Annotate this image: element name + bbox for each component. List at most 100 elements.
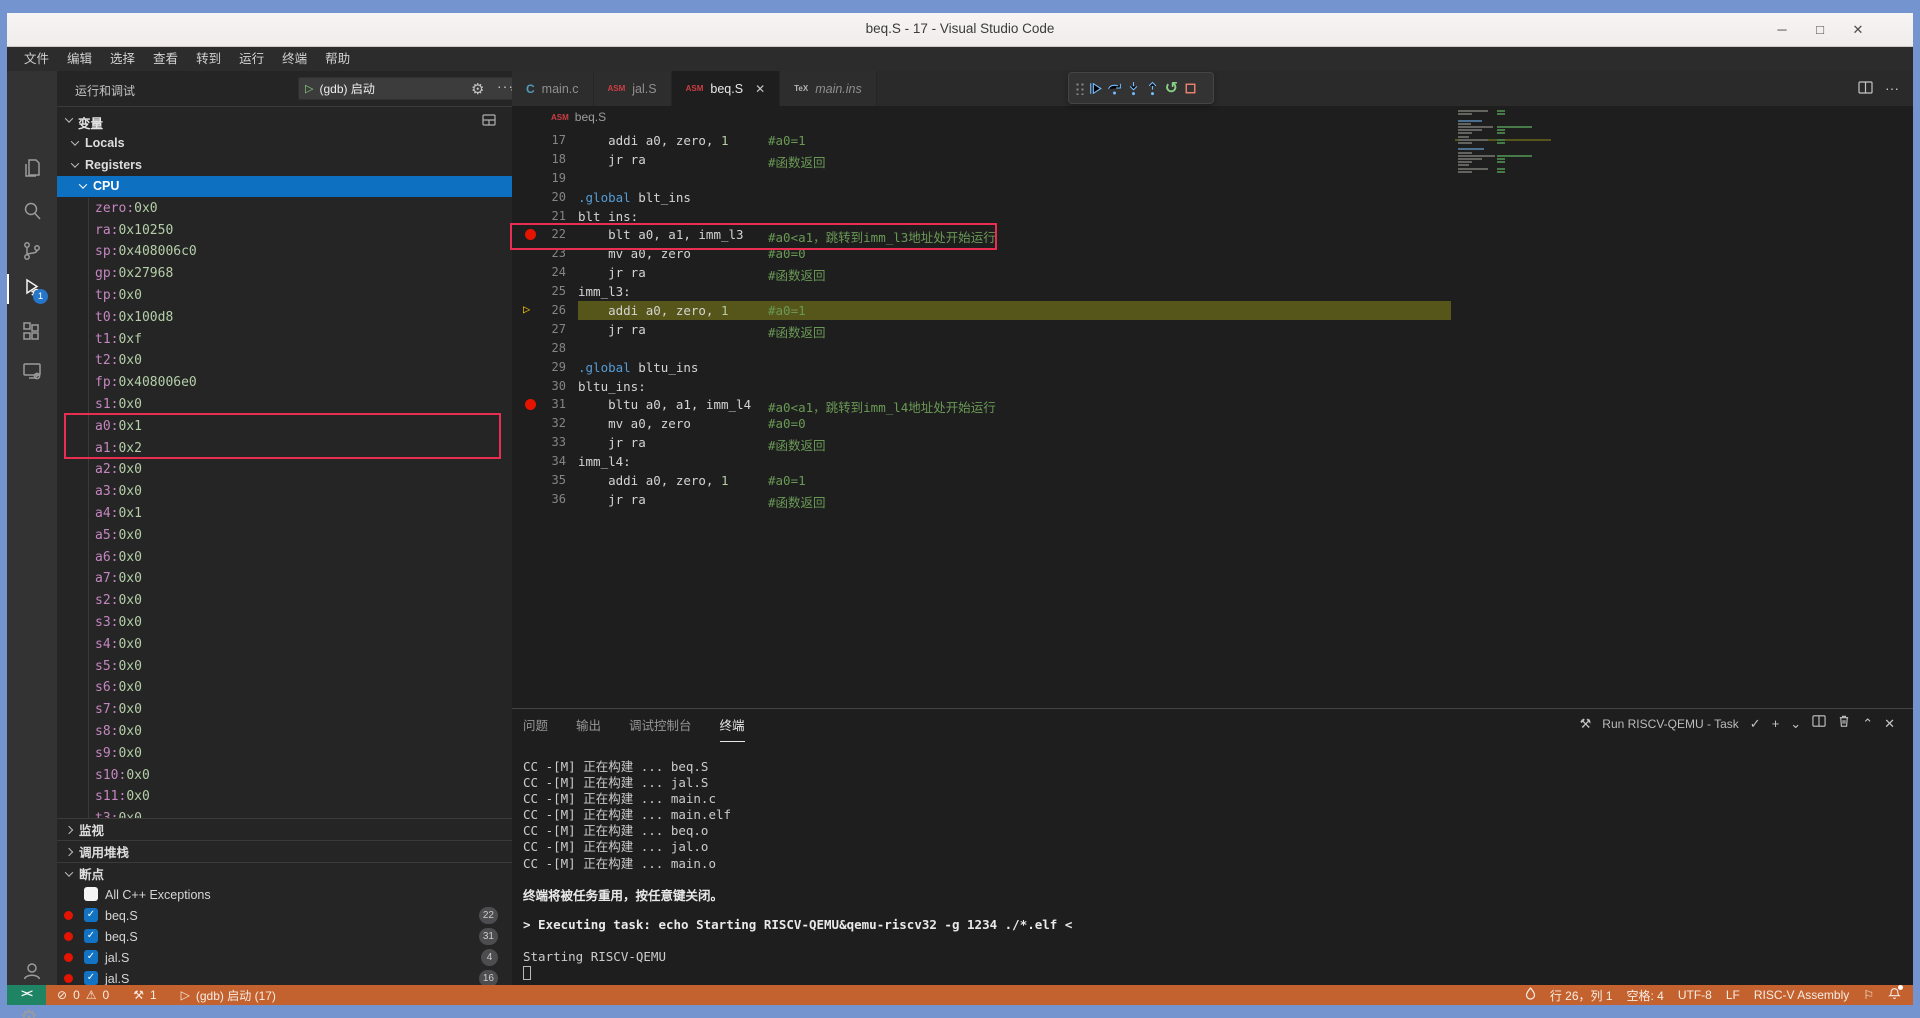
breakpoint-row[interactable]: ✓ jal.S 4 — [57, 947, 512, 968]
extensions-icon[interactable] — [20, 321, 44, 345]
breakpoint-row[interactable]: ✓ beq.S 31 — [57, 926, 512, 947]
menu-item[interactable]: 文件 — [15, 47, 58, 71]
editor-tab[interactable]: C main.c ✕ — [512, 71, 594, 106]
register-row[interactable]: a1: 0x2 — [57, 437, 512, 459]
debug-settings-gear-icon[interactable]: ⚙ — [471, 80, 484, 98]
line-number[interactable]: 26 — [512, 303, 566, 317]
warnings-icon[interactable]: ⚠ — [86, 988, 97, 1002]
menu-item[interactable]: 帮助 — [316, 47, 359, 71]
split-terminal-icon[interactable] — [1812, 714, 1826, 733]
register-row[interactable]: s1: 0x0 — [57, 394, 512, 416]
errors-icon[interactable]: ⊘ — [57, 988, 67, 1002]
menu-item[interactable]: 编辑 — [58, 47, 101, 71]
step-into-button[interactable] — [1124, 77, 1143, 99]
stop-button[interactable] — [1181, 77, 1200, 99]
feedback-flag-icon[interactable]: ⚐ — [1863, 988, 1874, 1002]
breadcrumb-file[interactable]: beq.S — [575, 110, 606, 124]
register-row[interactable]: s10: 0x0 — [57, 764, 512, 786]
menu-item[interactable]: 选择 — [101, 47, 144, 71]
run-debug-icon[interactable]: 1 — [20, 276, 44, 300]
panel-layout-icon[interactable] — [482, 113, 496, 132]
tasks-icon[interactable]: ⚒ — [133, 988, 144, 1002]
encoding-indicator[interactable]: UTF-8 — [1678, 988, 1712, 1002]
tasks-count[interactable]: 1 — [150, 988, 157, 1002]
line-number[interactable]: 34 — [512, 454, 566, 468]
register-row[interactable]: a6: 0x0 — [57, 546, 512, 568]
more-actions-icon[interactable]: ··· — [497, 78, 512, 94]
code-area[interactable]: ▷ 17 addi a0, zero, 1 #a0=1 ▷ 18 jr ra #… — [512, 131, 1913, 708]
line-number[interactable]: 31 — [512, 397, 566, 411]
continue-button[interactable] — [1086, 77, 1105, 99]
checkbox-checked[interactable]: ✓ — [84, 929, 98, 943]
breakpoint-row[interactable]: ✓ jal.S 16 — [57, 968, 512, 985]
new-terminal-icon[interactable]: + — [1772, 716, 1780, 731]
step-out-button[interactable] — [1143, 77, 1162, 99]
register-row[interactable]: a0: 0x1 — [57, 415, 512, 437]
register-row[interactable]: s7: 0x0 — [57, 699, 512, 721]
errors-count[interactable]: 0 — [73, 988, 80, 1002]
register-row[interactable]: s6: 0x0 — [57, 677, 512, 699]
editor-tab[interactable]: ASM jal.S ✕ — [594, 71, 672, 106]
watch-section-header[interactable]: 监视 — [57, 818, 512, 840]
panel-tab[interactable]: 问题 — [523, 715, 548, 742]
line-number[interactable]: 27 — [512, 322, 566, 336]
register-row[interactable]: s3: 0x0 — [57, 612, 512, 634]
warnings-count[interactable]: 0 — [103, 988, 110, 1002]
register-row[interactable]: s4: 0x0 — [57, 633, 512, 655]
panel-tab[interactable]: 终端 — [720, 715, 745, 742]
terminal-output[interactable]: CC -[M] 正在构建 ... beq.SCC -[M] 正在构建 ... j… — [523, 756, 1903, 981]
panel-tab[interactable]: 输出 — [576, 715, 601, 742]
split-editor-icon[interactable] — [1858, 80, 1873, 100]
register-row[interactable]: s8: 0x0 — [57, 721, 512, 743]
register-row[interactable]: gp: 0x27968 — [57, 263, 512, 285]
register-row[interactable]: t0: 0x100d8 — [57, 306, 512, 328]
checkbox-unchecked[interactable] — [84, 887, 98, 901]
register-row[interactable]: s2: 0x0 — [57, 590, 512, 612]
terminal-dropdown-chevron-icon[interactable]: ⌄ — [1790, 716, 1801, 732]
indent-indicator[interactable]: 空格: 4 — [1627, 987, 1664, 1004]
explorer-icon[interactable] — [20, 156, 44, 180]
line-number[interactable]: 28 — [512, 341, 566, 355]
register-row[interactable]: ra: 0x10250 — [57, 219, 512, 241]
close-tab-icon[interactable]: ✕ — [755, 82, 765, 96]
restart-button[interactable]: ↺ — [1162, 77, 1181, 99]
terminal-task-label[interactable]: Run RISCV-QEMU - Task — [1602, 717, 1738, 731]
eol-indicator[interactable]: LF — [1726, 988, 1740, 1002]
line-number[interactable]: 17 — [512, 133, 566, 147]
menu-item[interactable]: 终端 — [273, 47, 316, 71]
line-number[interactable]: 33 — [512, 435, 566, 449]
register-row[interactable]: a3: 0x0 — [57, 481, 512, 503]
register-row[interactable]: t2: 0x0 — [57, 350, 512, 372]
menu-item[interactable]: 运行 — [230, 47, 273, 71]
register-row[interactable]: s9: 0x0 — [57, 742, 512, 764]
scope-registers[interactable]: Registers — [57, 154, 512, 176]
language-indicator[interactable]: RISC-V Assembly — [1754, 988, 1849, 1002]
close-window-button[interactable]: ✕ — [1846, 19, 1870, 41]
line-number[interactable]: 22 — [512, 227, 566, 241]
debug-status[interactable]: (gdb) 启动 (17) — [196, 987, 276, 1004]
line-number[interactable]: 24 — [512, 265, 566, 279]
register-row[interactable]: a2: 0x0 — [57, 459, 512, 481]
notifications-bell-icon[interactable] — [1888, 987, 1901, 1003]
remote-explorer-icon[interactable] — [20, 359, 44, 383]
register-row[interactable]: zero: 0x0 — [57, 197, 512, 219]
flame-icon[interactable] — [1525, 987, 1536, 1003]
close-panel-icon[interactable]: ✕ — [1884, 716, 1895, 732]
line-number[interactable]: 32 — [512, 416, 566, 430]
register-row[interactable]: tp: 0x0 — [57, 285, 512, 307]
search-icon[interactable] — [20, 199, 44, 223]
debug-status-icon[interactable]: ▷ — [181, 988, 190, 1002]
line-number[interactable]: 21 — [512, 209, 566, 223]
editor-tab[interactable]: TeX main.ins ✕ — [780, 71, 877, 106]
variables-section-header[interactable]: 变量 — [57, 106, 512, 132]
start-debug-icon[interactable]: ▷ — [305, 82, 313, 95]
step-over-button[interactable] — [1105, 77, 1124, 99]
line-number[interactable]: 19 — [512, 171, 566, 185]
editor-more-actions-icon[interactable]: ··· — [1885, 80, 1899, 100]
drag-handle-icon[interactable] — [1074, 81, 1084, 95]
editor-tab[interactable]: ASM beq.S ✕ — [672, 71, 781, 106]
breakpoints-section-header[interactable]: 断点 — [57, 862, 512, 884]
register-row[interactable]: a5: 0x0 — [57, 524, 512, 546]
source-control-icon[interactable] — [20, 239, 44, 263]
line-number[interactable]: 30 — [512, 379, 566, 393]
